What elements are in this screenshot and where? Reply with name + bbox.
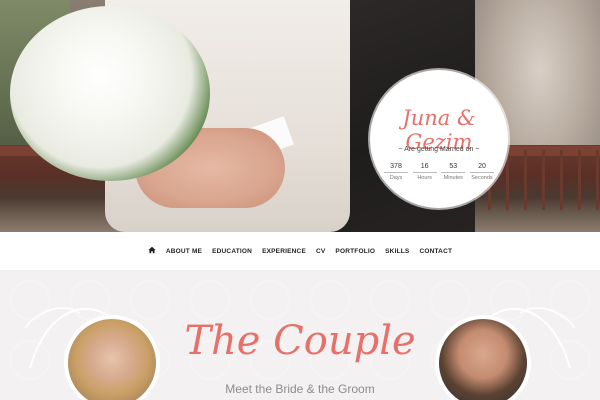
main-navigation: ABOUT ME EDUCATION EXPERIENCE CV PORTFOL…: [0, 232, 600, 270]
section-title: The Couple: [184, 318, 416, 364]
countdown-value: 378: [384, 163, 408, 173]
nav-portfolio[interactable]: PORTFOLIO: [335, 248, 375, 255]
countdown-value: 16: [412, 163, 437, 173]
countdown-label: Days: [389, 175, 403, 181]
couple-section: The Couple Meet the Bride & the Groom: [0, 270, 600, 400]
nav-education[interactable]: EDUCATION: [212, 248, 252, 255]
bride-portrait: [64, 315, 160, 400]
nav-contact[interactable]: CONTACT: [419, 248, 452, 255]
bouquet: [10, 6, 210, 181]
countdown-label: Minutes: [443, 175, 463, 181]
groom-portrait: [435, 315, 531, 400]
countdown-minutes: 53 Minutes: [441, 163, 466, 181]
section-subtitle: Meet the Bride & the Groom: [225, 382, 375, 396]
nav-cv[interactable]: CV: [316, 248, 325, 255]
married-on-text: ~ Are getting Married on ~: [398, 146, 480, 153]
nav-about-me[interactable]: ABOUT ME: [166, 248, 202, 255]
nav-skills[interactable]: SKILLS: [385, 248, 409, 255]
home-link[interactable]: [148, 246, 156, 256]
countdown-hours: 16 Hours: [412, 163, 437, 181]
home-icon: [148, 246, 156, 254]
countdown-value: 20: [469, 163, 494, 173]
countdown-badge: Juna & Gezim ~ Are getting Married on ~ …: [370, 70, 508, 208]
countdown-days: 378 Days: [384, 163, 408, 181]
countdown-seconds: 20 Seconds: [469, 163, 494, 181]
countdown-timer: 378 Days 16 Hours 53 Minutes 20 Seconds: [384, 163, 494, 181]
countdown-value: 53: [441, 163, 466, 173]
countdown-label: Seconds: [471, 175, 493, 181]
nav-experience[interactable]: EXPERIENCE: [262, 248, 306, 255]
hero-banner: Juna & Gezim ~ Are getting Married on ~ …: [0, 0, 600, 232]
countdown-label: Hours: [417, 175, 432, 181]
